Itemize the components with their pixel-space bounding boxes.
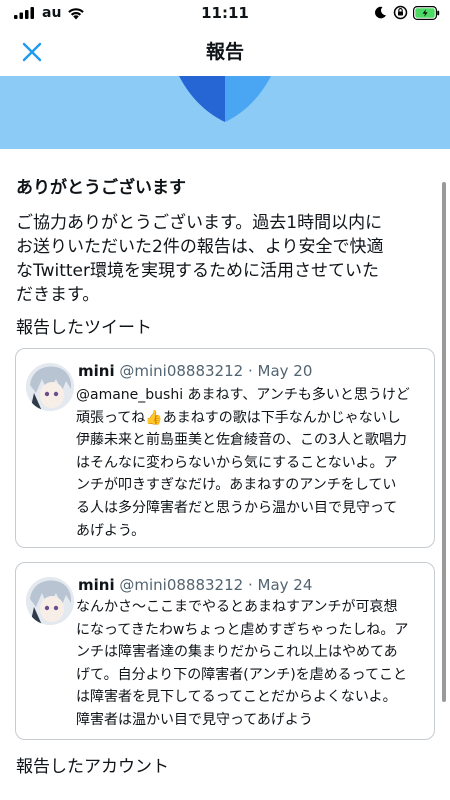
tweet-text-line: @amane_bushi あまねす、アンチも多いと思うけど — [76, 387, 410, 403]
avatar — [26, 363, 74, 411]
tweet-date: May 20 — [257, 362, 313, 380]
reported-tweet-card[interactable]: mini @mini08883212 · May 20 @amane_bushi… — [15, 348, 435, 548]
reported-tweets-label: 報告したツイート — [16, 318, 152, 338]
tweet-text-line: なんかさ～ここまでやるとあまねすアンチが可哀想 — [76, 599, 398, 615]
status-bar: au 11:11 — [0, 0, 450, 26]
tweet-text: @amane_bushi あまねす、アンチも多いと思うけど 頑張ってね👍あまねす… — [76, 384, 424, 542]
battery-icon — [413, 5, 440, 20]
tweet-text-line: 伊藤未来と前島亜美と佐倉綾音の、この3人と歌唱力 — [76, 432, 407, 449]
thanks-message-line: だきます。 — [16, 285, 100, 305]
tweet-text-line: になってきたわwちょっと虐めすぎちゃったしね。ア — [76, 621, 409, 638]
tweet-text-line: あげよう。 — [76, 522, 146, 539]
scrollbar[interactable] — [442, 182, 446, 702]
thanks-message: ご協力ありがとうございます。過去1時間以内に お送りいただいた2件の報告は、より… — [16, 211, 442, 307]
tweet-text-line: ンチが叩きすぎなだけ。あまねすのアンチをしてい — [76, 477, 397, 494]
tweet-text-line: ンチは障害者達の集まりだからこれ以上はやめてあ — [76, 644, 398, 661]
tweet-author-name: mini — [78, 362, 115, 380]
tweet-text-line: は障害者を見下してるってことだからよくないよ。 — [76, 689, 397, 706]
orientation-lock-icon — [393, 5, 408, 20]
tweet-text: なんかさ～ここまでやるとあまねすアンチが可哀想 になってきたわwちょっと虐めすぎ… — [76, 596, 424, 732]
tweet-text-line: げて。自分より下の障害者(アンチ)を虐めるってこと — [76, 666, 407, 683]
page-title: 報告 — [205, 41, 244, 63]
tweet-text-line: はそんなに変わらないから気にすることないよ。ア — [76, 454, 398, 471]
reported-accounts-label: 報告したアカウント — [16, 757, 169, 777]
tweet-separator: · — [247, 576, 253, 594]
tweet-header: mini @mini08883212 · May 24 — [78, 576, 312, 594]
tweet-separator: · — [247, 362, 253, 380]
thanks-message-line: なTwitter環境を実現するために活用させていた — [16, 261, 379, 281]
thanks-message-line: お送りいただいた2件の報告は、より安全で快適 — [16, 237, 384, 257]
nav-bar: 報告 — [0, 26, 450, 76]
thanks-message-line: ご協力ありがとうございます。過去1時間以内に — [16, 213, 383, 233]
tweet-text-line: 頑張ってね👍あまねすの歌は下手なんかじゃないし — [76, 409, 401, 426]
tweet-header: mini @mini08883212 · May 20 — [78, 362, 312, 380]
tweet-date: May 24 — [257, 576, 313, 594]
report-content: ありがとうございます ご協力ありがとうございます。過去1時間以内に お送りいただ… — [0, 149, 450, 800]
thanks-heading: ありがとうございます — [16, 178, 186, 198]
avatar — [26, 577, 74, 625]
reported-tweet-card[interactable]: mini @mini08883212 · May 24 なんかさ～ここまでやると… — [15, 562, 435, 740]
tweet-author-handle: @mini08883212 — [119, 362, 244, 380]
status-right — [374, 5, 440, 20]
shield-banner — [0, 76, 450, 149]
tweet-text-line: る人は多分障害者だと思うから温かい目で見守って — [76, 499, 398, 516]
tweet-author-handle: @mini08883212 — [119, 576, 244, 594]
tweet-author-name: mini — [78, 576, 115, 594]
moon-icon — [375, 6, 386, 19]
tweet-text-line: 障害者は温かい目で見守ってあげよう — [76, 711, 313, 728]
shield-icon — [179, 76, 271, 122]
